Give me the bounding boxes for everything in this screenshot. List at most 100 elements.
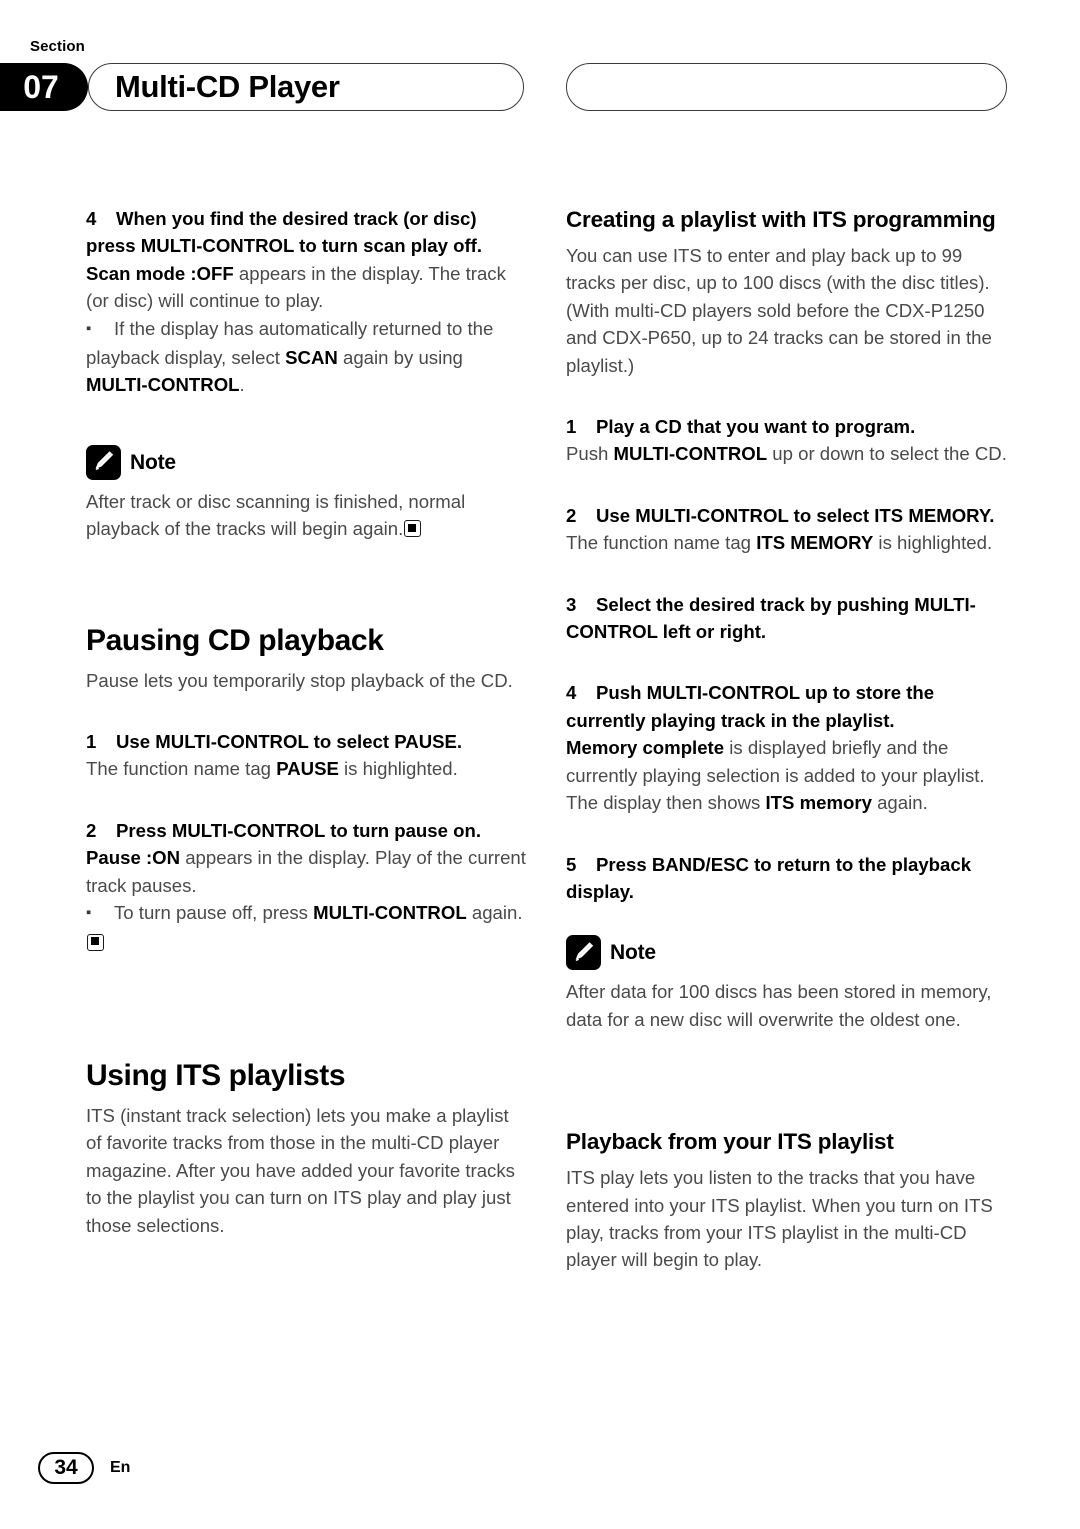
its-step-2-title: Use MULTI-CONTROL to select ITS MEMORY. xyxy=(596,504,995,526)
note-text-right: After data for 100 discs has been stored… xyxy=(566,981,992,1030)
pausing-step-2-title: Press MULTI-CONTROL to turn pause on. xyxy=(116,819,482,841)
pausing-step-1-number: 1 xyxy=(86,731,97,753)
its-step-1-body: Push MULTI-CONTROL up or down to select … xyxy=(566,440,1007,467)
page-header: Section 07 Multi-CD Player xyxy=(0,0,1080,150)
pausing-step-2-body-bold: Pause :ON xyxy=(86,847,181,869)
its-step-1-body-bold: MULTI-CONTROL xyxy=(613,443,768,465)
section-number-badge: 07 xyxy=(0,63,88,111)
pencil-icon xyxy=(86,444,121,480)
its-step-2-body-part2: is highlighted. xyxy=(873,532,993,554)
note-label-left: Note xyxy=(130,450,176,474)
its-step-4-title: Push MULTI-CONTROL up to store the curre… xyxy=(566,682,935,731)
pausing-step-1-body: The function name tag PAUSE is highlight… xyxy=(86,755,527,782)
pausing-step-1-body-part1: The function name tag xyxy=(86,758,277,780)
page-number: 34 xyxy=(38,1452,94,1484)
pausing-step-1-heading: 1 Use MULTI-CONTROL to select PAUSE. xyxy=(86,728,527,755)
note-label-right: Note xyxy=(610,941,656,965)
its-step-2-body-bold: ITS MEMORY xyxy=(756,532,874,554)
bullet-scan-bold1: SCAN xyxy=(285,347,338,369)
page-title: Multi-CD Player xyxy=(115,69,340,104)
step-4-heading: 4 When you find the desired track (or dis… xyxy=(86,205,527,260)
its-step-1-heading: 1 Play a CD that you want to program. xyxy=(566,413,1007,440)
its-step-4-heading: 4 Push MULTI-CONTROL up to store the curr… xyxy=(566,679,1007,734)
note-header-right: Note xyxy=(566,935,1007,971)
end-of-section-icon xyxy=(404,520,422,538)
pausing-heading: Pausing CD playback xyxy=(86,623,384,657)
its-step-1-number: 1 xyxy=(566,416,577,438)
its-step-2-number: 2 xyxy=(566,504,577,526)
using-its-heading: Using ITS playlists xyxy=(86,1058,346,1092)
bullet-scan: If the display has automatically returne… xyxy=(86,315,527,399)
playback-heading: Playback from your ITS playlist xyxy=(566,1129,894,1155)
pausing-step-1-body-part2: is highlighted. xyxy=(338,758,458,780)
pausing-intro: Pause lets you temporarily stop playback… xyxy=(86,669,513,691)
chapter-title-pill: Multi-CD Player xyxy=(88,63,524,111)
step-4-body: Scan mode :OFF appears in the display. T… xyxy=(86,260,527,315)
its-step-4-body-bold1: Memory complete xyxy=(566,737,725,759)
its-step-2-body: The function name tag ITS MEMORY is high… xyxy=(566,529,1007,556)
pausing-step-2-number: 2 xyxy=(86,819,97,841)
creating-heading: Creating a playlist with ITS programming xyxy=(566,207,996,232)
its-step-5-heading: 5 Press BAND/ESC to return to the playbac… xyxy=(566,851,1007,906)
end-of-section-icon xyxy=(87,933,104,951)
bullet-scan-part3: . xyxy=(239,374,245,396)
page-footer: 34 En xyxy=(38,1452,130,1484)
playback-body: ITS play lets you listen to the tracks t… xyxy=(566,1167,993,1271)
its-step-4-body-part2: again. xyxy=(871,792,928,814)
step-4-title: When you find the desired track (or disc… xyxy=(86,208,482,257)
its-step-5-number: 5 xyxy=(566,853,577,875)
right-column: Creating a playlist with ITS programming… xyxy=(566,205,1007,1274)
pausing-step-2-body: Pause :ON appears in the display. Play o… xyxy=(86,844,527,899)
bullet-scan-bold2: MULTI-CONTROL xyxy=(86,374,240,396)
its-step-3-heading: 3 Select the desired track by pushing MUL… xyxy=(566,591,1007,646)
its-step-2-heading: 2 Use MULTI-CONTROL to select ITS MEMORY. xyxy=(566,502,1007,529)
its-step-3-title: Select the desired track by pushing MULT… xyxy=(566,593,976,643)
left-column: 4 When you find the desired track (or dis… xyxy=(86,205,527,1239)
its-step-4-number: 4 xyxy=(566,682,577,704)
pausing-step-1-title: Use MULTI-CONTROL to select PAUSE. xyxy=(116,731,463,753)
bullet-scan-part2: again by using xyxy=(337,347,463,369)
pausing-bullet-part1: To turn pause off, press xyxy=(114,902,314,924)
step-4-body-bold: Scan mode :OFF xyxy=(86,262,234,284)
section-label: Section xyxy=(30,38,85,55)
its-step-5-title: Press BAND/ESC to return to the playback… xyxy=(566,853,972,902)
square-bullet-icon xyxy=(86,315,114,344)
header-pill-right xyxy=(566,63,1007,111)
pencil-icon xyxy=(566,935,601,971)
note-text-left: After track or disc scanning is finished… xyxy=(86,488,527,543)
step-4-number: 4 xyxy=(86,208,97,229)
its-step-1-title: Play a CD that you want to program. xyxy=(596,416,916,438)
note-header-left: Note xyxy=(86,444,527,480)
pausing-bullet-bold1: MULTI-CONTROL xyxy=(313,902,467,924)
creating-body: You can use ITS to enter and play back u… xyxy=(566,245,992,376)
square-bullet-icon xyxy=(86,899,114,928)
pausing-bullet-part2: again. xyxy=(466,902,523,924)
pausing-bullet: To turn pause off, press MULTI-CONTROL a… xyxy=(86,899,527,956)
its-step-4-body-bold2: ITS memory xyxy=(765,792,872,814)
language-code: En xyxy=(110,1459,131,1476)
its-step-3-number: 3 xyxy=(566,593,577,615)
pausing-step-1-body-bold: PAUSE xyxy=(276,758,339,780)
its-step-2-body-part1: The function name tag xyxy=(566,532,757,554)
its-step-4-body: Memory complete is displayed briefly and… xyxy=(566,734,1007,816)
